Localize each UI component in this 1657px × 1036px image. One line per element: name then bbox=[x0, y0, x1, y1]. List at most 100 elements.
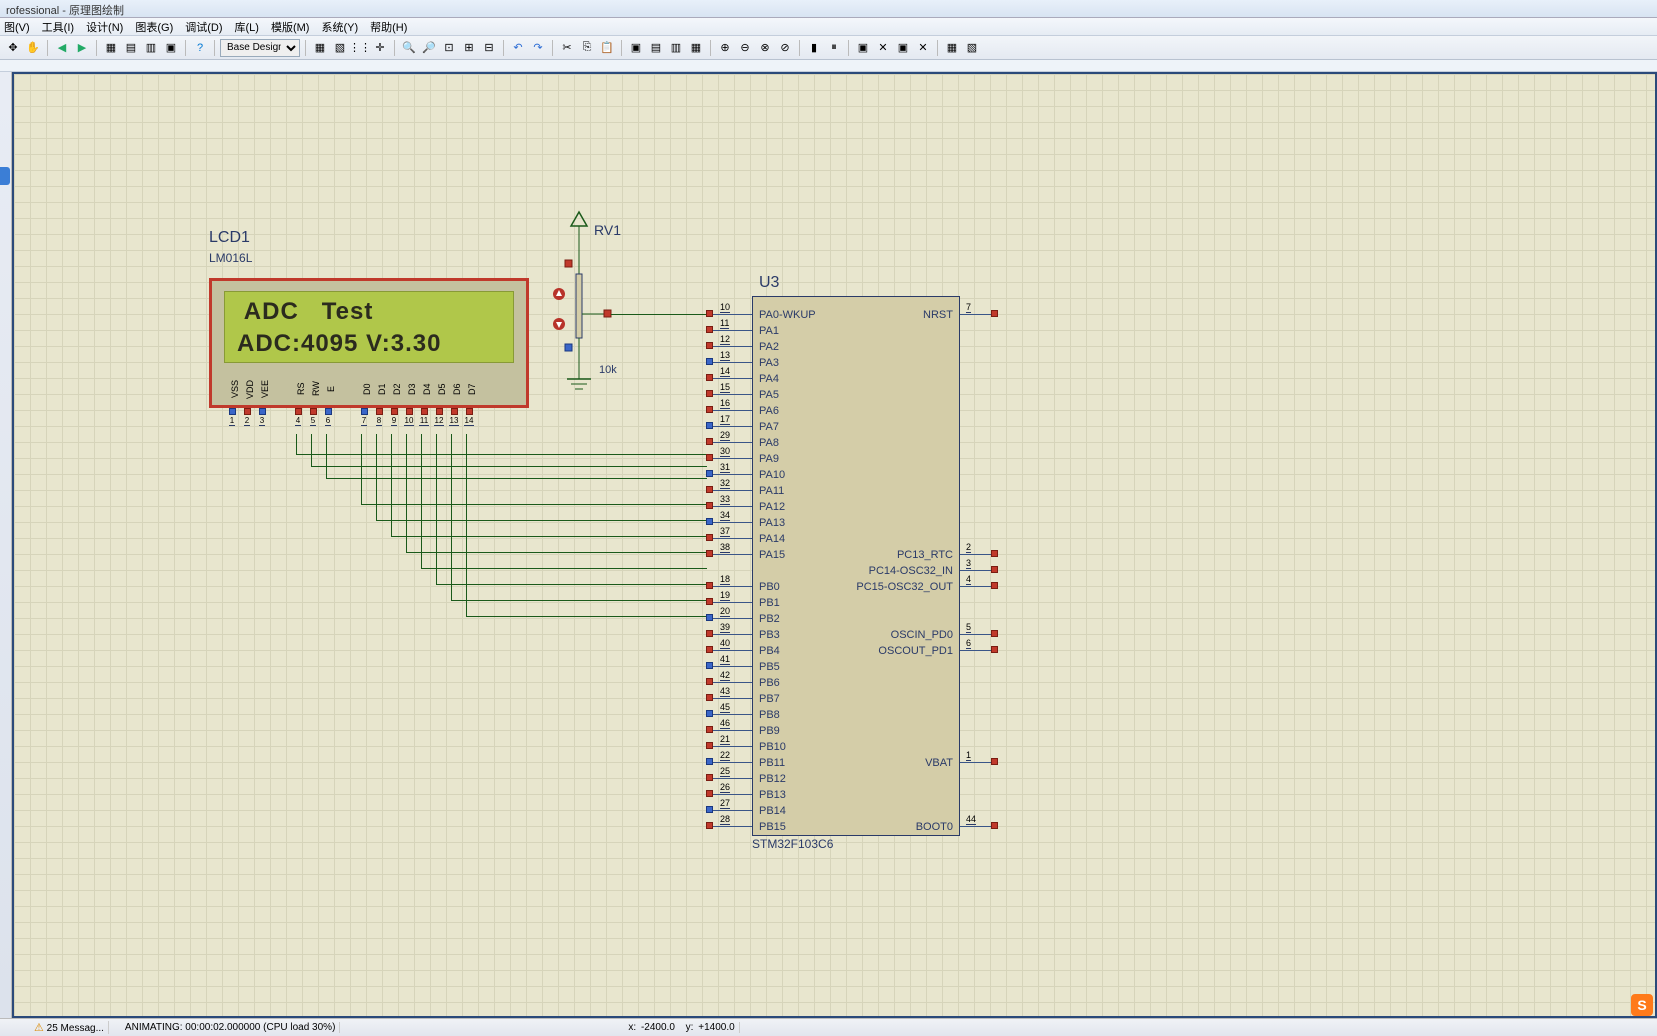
lcd-pin-stub[interactable]: 13 bbox=[447, 408, 461, 426]
tool-page-icon[interactable]: ▦ bbox=[102, 39, 120, 57]
menu-tools[interactable]: 工具(I) bbox=[42, 19, 74, 34]
tool-redo-icon[interactable]: ↷ bbox=[529, 39, 547, 57]
tool-grid1-icon[interactable]: ▤ bbox=[122, 39, 140, 57]
rv1-symbol[interactable] bbox=[549, 204, 619, 404]
tool-d2-icon[interactable]: ⏸ bbox=[825, 39, 843, 57]
chip-pin-lead[interactable]: 5 bbox=[960, 634, 996, 635]
tool-b4-icon[interactable]: ▦ bbox=[687, 39, 705, 57]
tool-c1-icon[interactable]: ⊕ bbox=[716, 39, 734, 57]
lcd-pin-stub[interactable]: 1 bbox=[225, 408, 239, 426]
chip-pin-lead[interactable]: 11 bbox=[706, 330, 752, 331]
menu-library[interactable]: 库(L) bbox=[235, 19, 259, 34]
menu-system[interactable]: 系统(Y) bbox=[321, 19, 358, 34]
tool-block1-icon[interactable]: ▦ bbox=[311, 39, 329, 57]
schematic-canvas[interactable]: LCD1 LM016L ADC Test ADC:4095 V:3.30 VSS… bbox=[12, 72, 1657, 1018]
chip-pin-lead[interactable]: 19 bbox=[706, 602, 752, 603]
lcd-pin-stub[interactable]: 5 bbox=[306, 408, 320, 426]
tool-e3-icon[interactable]: ▣ bbox=[894, 39, 912, 57]
lcd-pin-stub[interactable]: 4 bbox=[291, 408, 305, 426]
lcd-pin-stub[interactable]: 3 bbox=[255, 408, 269, 426]
chip-pin-lead[interactable]: 26 bbox=[706, 794, 752, 795]
chip-pin-lead[interactable]: 30 bbox=[706, 458, 752, 459]
lcd-pin-stub[interactable]: 12 bbox=[432, 408, 446, 426]
chip-pin-lead[interactable]: 41 bbox=[706, 666, 752, 667]
u3-ref-label[interactable]: U3 bbox=[759, 274, 779, 292]
u3-chip[interactable]: PA0-WKUPPA1PA2PA3PA4PA5PA6PA7PA8PA9PA10P… bbox=[752, 296, 960, 836]
chip-pin-lead[interactable]: 38 bbox=[706, 554, 752, 555]
menu-view[interactable]: 图(V) bbox=[4, 19, 30, 34]
chip-pin-lead[interactable]: 14 bbox=[706, 378, 752, 379]
chip-pin-lead[interactable]: 25 bbox=[706, 778, 752, 779]
chip-pin-lead[interactable]: 15 bbox=[706, 394, 752, 395]
tool-e1-icon[interactable]: ▣ bbox=[854, 39, 872, 57]
tool-zoom-sel-icon[interactable]: ⊟ bbox=[480, 39, 498, 57]
lcd-pin-stub[interactable]: 14 bbox=[462, 408, 476, 426]
tool-c2-icon[interactable]: ⊖ bbox=[736, 39, 754, 57]
chip-pin-lead[interactable]: 3 bbox=[960, 570, 996, 571]
tool-center-icon[interactable]: ✛ bbox=[371, 39, 389, 57]
tool-d1-icon[interactable]: ▮ bbox=[805, 39, 823, 57]
menu-debug[interactable]: 调试(D) bbox=[185, 19, 222, 34]
chip-pin-lead[interactable]: 18 bbox=[706, 586, 752, 587]
tool-undo-icon[interactable]: ↶ bbox=[509, 39, 527, 57]
chip-pin-lead[interactable]: 44 bbox=[960, 826, 996, 827]
tool-c3-icon[interactable]: ⊗ bbox=[756, 39, 774, 57]
chip-pin-lead[interactable]: 13 bbox=[706, 362, 752, 363]
chip-pin-lead[interactable]: 4 bbox=[960, 586, 996, 587]
chip-pin-lead[interactable]: 40 bbox=[706, 650, 752, 651]
lcd-component[interactable]: ADC Test ADC:4095 V:3.30 VSSVDDVEERSRWED… bbox=[209, 278, 529, 408]
chip-pin-lead[interactable]: 1 bbox=[960, 762, 996, 763]
chip-pin-lead[interactable]: 10 bbox=[706, 314, 752, 315]
tool-e4-icon[interactable]: ✕ bbox=[914, 39, 932, 57]
tool-b3-icon[interactable]: ▥ bbox=[667, 39, 685, 57]
chip-pin-lead[interactable]: 20 bbox=[706, 618, 752, 619]
lcd-pin-stub[interactable]: 11 bbox=[417, 408, 431, 426]
tool-help-icon[interactable]: ? bbox=[191, 39, 209, 57]
chip-pin-lead[interactable]: 6 bbox=[960, 650, 996, 651]
tool-redo-nav-icon[interactable]: ▶ bbox=[73, 39, 91, 57]
chip-pin-lead[interactable]: 27 bbox=[706, 810, 752, 811]
tool-zoom-in-icon[interactable]: 🔍 bbox=[400, 39, 418, 57]
tool-b1-icon[interactable]: ▣ bbox=[627, 39, 645, 57]
tool-pointer-icon[interactable]: ✥ bbox=[4, 39, 22, 57]
chip-pin-lead[interactable]: 46 bbox=[706, 730, 752, 731]
tool-cut-icon[interactable]: ✂ bbox=[558, 39, 576, 57]
lcd-pin-stub[interactable]: 7 bbox=[357, 408, 371, 426]
tool-grid3-icon[interactable]: ▣ bbox=[162, 39, 180, 57]
ime-icon[interactable]: S bbox=[1631, 994, 1653, 1016]
chip-pin-lead[interactable]: 39 bbox=[706, 634, 752, 635]
tool-zoom-out-icon[interactable]: 🔎 bbox=[420, 39, 438, 57]
tool-undo-nav-icon[interactable]: ◀ bbox=[53, 39, 71, 57]
chip-pin-lead[interactable]: 43 bbox=[706, 698, 752, 699]
chip-pin-lead[interactable]: 34 bbox=[706, 522, 752, 523]
lcd-ref-label[interactable]: LCD1 bbox=[209, 229, 250, 247]
chip-pin-lead[interactable]: 37 bbox=[706, 538, 752, 539]
chip-pin-lead[interactable]: 28 bbox=[706, 826, 752, 827]
tool-copy-icon[interactable]: ⎘ bbox=[578, 39, 596, 57]
chip-pin-lead[interactable]: 29 bbox=[706, 442, 752, 443]
tool-f2-icon[interactable]: ▧ bbox=[963, 39, 981, 57]
tool-b2-icon[interactable]: ▤ bbox=[647, 39, 665, 57]
menu-graph[interactable]: 图表(G) bbox=[135, 19, 173, 34]
lcd-pin-stub[interactable]: 6 bbox=[321, 408, 335, 426]
tool-zoom-area-icon[interactable]: ⊞ bbox=[460, 39, 478, 57]
tool-zoom-fit-icon[interactable]: ⊡ bbox=[440, 39, 458, 57]
lcd-pin-stub[interactable]: 9 bbox=[387, 408, 401, 426]
chip-pin-lead[interactable]: 16 bbox=[706, 410, 752, 411]
chip-pin-lead[interactable]: 31 bbox=[706, 474, 752, 475]
status-messages[interactable]: ⚠ 25 Messag... bbox=[30, 1021, 109, 1034]
menu-help[interactable]: 帮助(H) bbox=[370, 19, 407, 34]
tool-grid2-icon[interactable]: ▥ bbox=[142, 39, 160, 57]
tool-f1-icon[interactable]: ▦ bbox=[943, 39, 961, 57]
lcd-pin-stub[interactable]: 2 bbox=[240, 408, 254, 426]
chip-pin-lead[interactable]: 32 bbox=[706, 490, 752, 491]
chip-pin-lead[interactable]: 33 bbox=[706, 506, 752, 507]
lcd-pin-stub[interactable]: 10 bbox=[402, 408, 416, 426]
bookmark-icon[interactable] bbox=[0, 167, 10, 185]
tool-c4-icon[interactable]: ⊘ bbox=[776, 39, 794, 57]
tool-snap-icon[interactable]: ⋮⋮ bbox=[351, 39, 369, 57]
lcd-pin-stub[interactable]: 8 bbox=[372, 408, 386, 426]
chip-pin-lead[interactable]: 42 bbox=[706, 682, 752, 683]
menu-design[interactable]: 设计(N) bbox=[86, 19, 123, 34]
chip-pin-lead[interactable]: 7 bbox=[960, 314, 996, 315]
